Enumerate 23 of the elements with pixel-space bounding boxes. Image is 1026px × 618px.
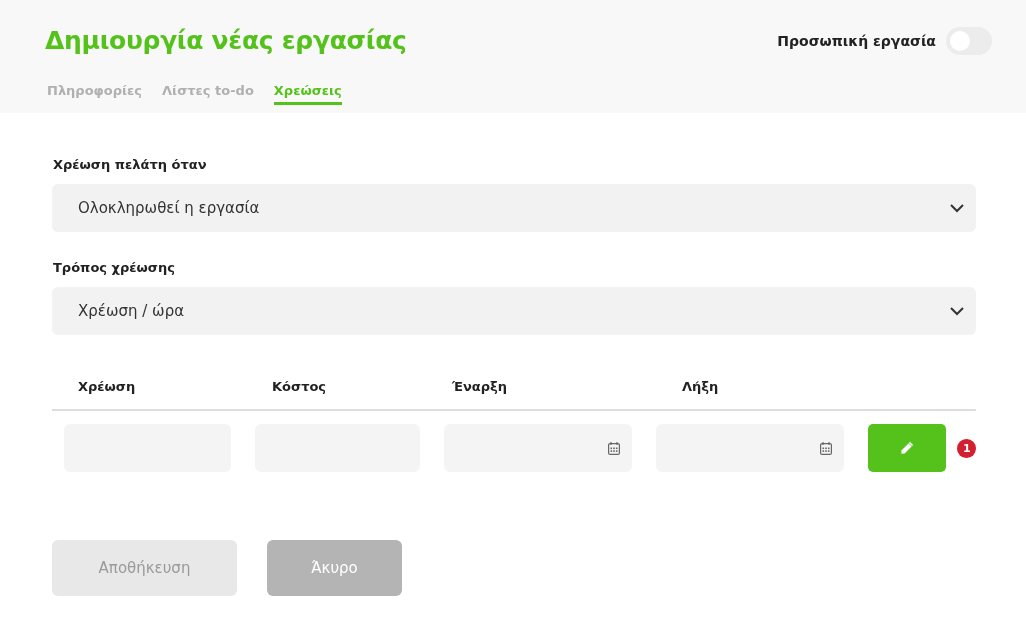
dropdown[interactable]: Χρέωση / ώρα [52, 287, 976, 335]
tab[interactable]: Χρεώσεις [273, 83, 342, 105]
calendar-icon[interactable] [820, 441, 833, 455]
date-field[interactable] [443, 424, 633, 472]
notification-badge: 1 [957, 438, 976, 458]
column-header: Έναρξη [452, 378, 509, 394]
tab[interactable]: Πληροφορίες [47, 83, 142, 105]
field-label: Χρέωση πελάτη όταν [53, 157, 208, 172]
cancel-button[interactable]: Άκυρο [267, 540, 402, 596]
column-header: Λήξη [682, 378, 720, 394]
field-label: Τρόπος χρέωσης [53, 260, 176, 275]
chevron-down-icon [950, 306, 964, 316]
column-header: Χρέωση [78, 378, 137, 394]
date-field[interactable] [656, 424, 845, 472]
dropdown[interactable]: Ολοκληρωθεί η εργασία [52, 184, 976, 232]
page-title: Δημιουργία νέας εργασίας [45, 26, 407, 55]
toggle-label: Προσωπική εργασία [777, 32, 936, 49]
tab[interactable]: Λίστες to-do [162, 83, 254, 105]
column-header: Κόστος [272, 378, 328, 394]
chevron-down-icon [950, 203, 964, 213]
edit-button[interactable] [868, 424, 947, 472]
pencil-icon [899, 440, 916, 456]
calendar-icon[interactable] [608, 441, 621, 455]
